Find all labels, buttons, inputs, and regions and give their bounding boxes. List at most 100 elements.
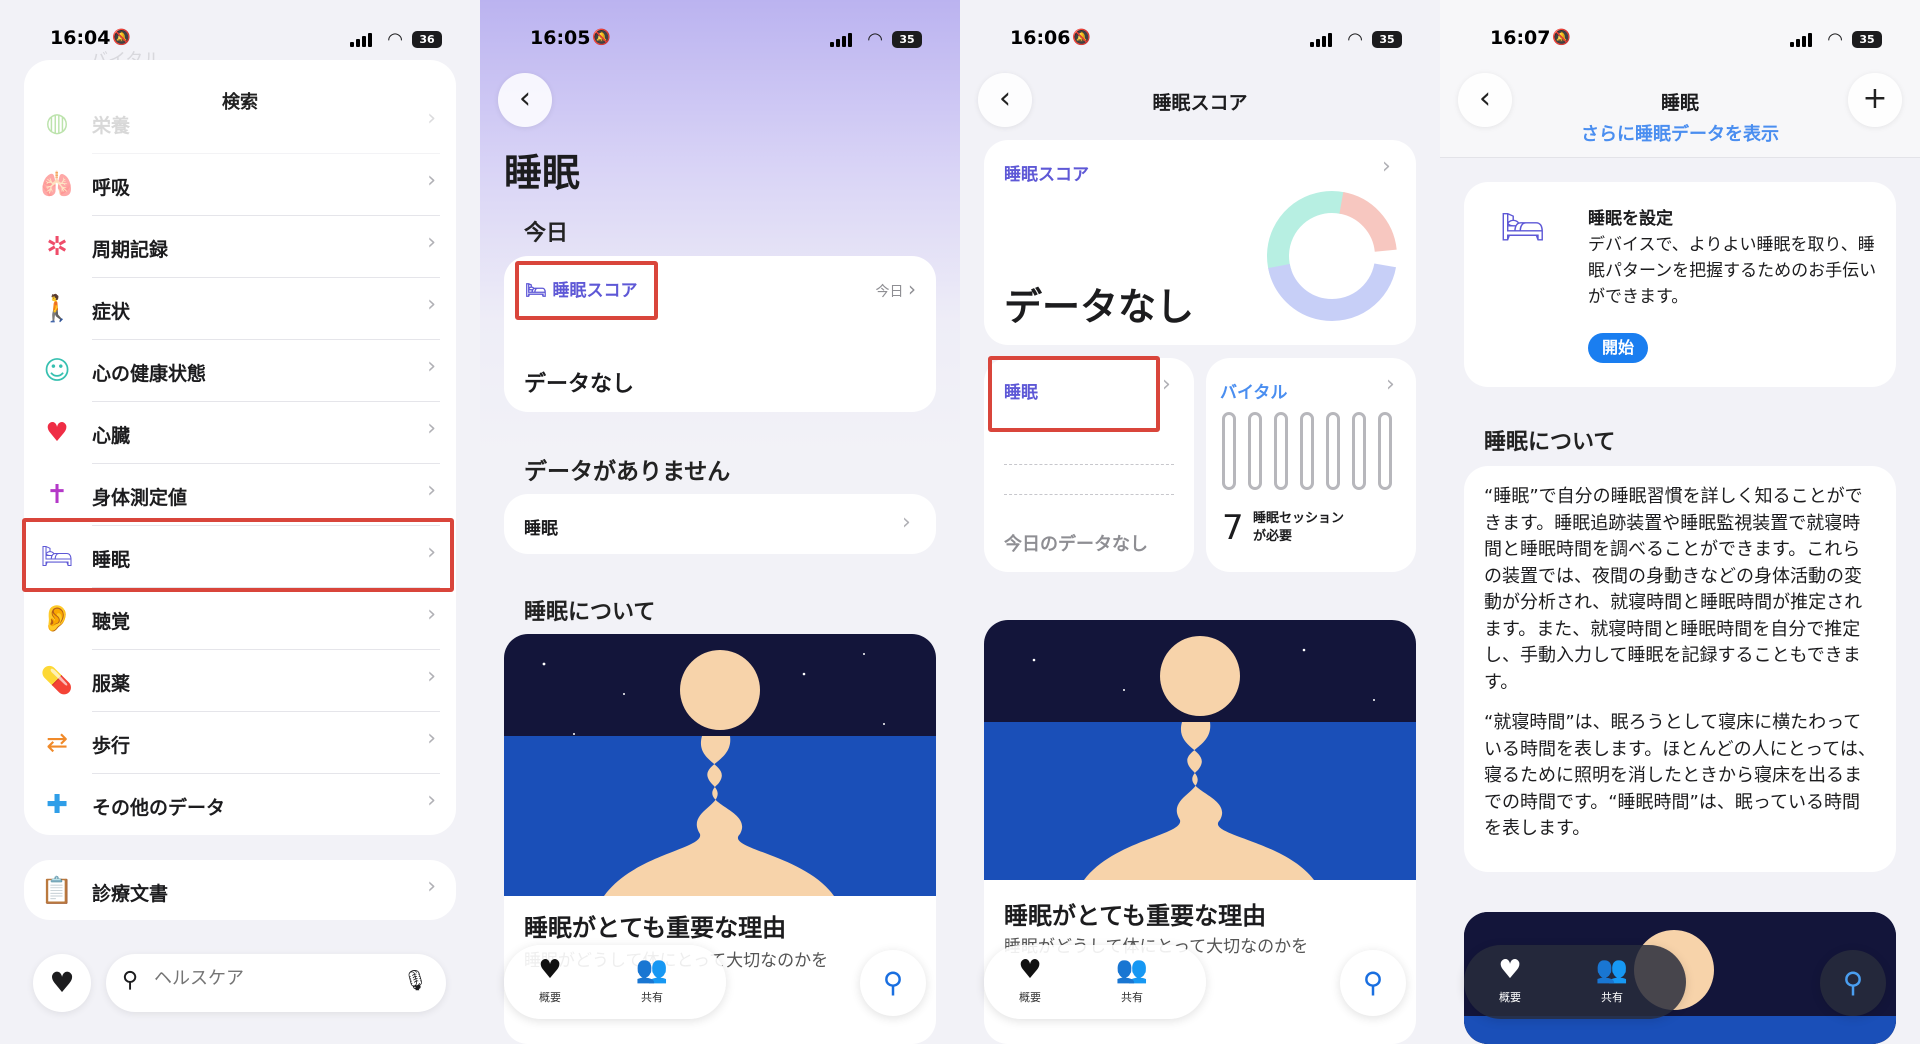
list-item-mind[interactable]: ☺ 心の健康状態 › — [24, 340, 456, 402]
no-data-text: データなし — [1004, 285, 1195, 329]
chevron-right-icon: › — [427, 788, 436, 813]
sleep-score-tag: 睡眠スコア — [1004, 165, 1089, 185]
signal-icon — [1310, 33, 1332, 47]
list-item-medications[interactable]: 💊 服薬 › — [24, 650, 456, 712]
document-icon: 📋 — [40, 876, 74, 906]
search-field[interactable]: ⚲ 🎙 — [106, 954, 446, 1012]
sessions-text: 睡眠セッション が必要 — [1253, 511, 1345, 544]
list-item-label: 診療文書 — [92, 883, 169, 905]
moon-lake-illustration — [504, 634, 936, 896]
more-data-link[interactable]: さらに睡眠データを表示 — [1440, 120, 1920, 146]
wifi-icon: ◠ — [1828, 29, 1842, 50]
tab-sharing[interactable]: 👥 共有 — [622, 955, 682, 1005]
search-button[interactable]: ⚲ — [1820, 950, 1886, 1016]
status-bar: 16:04 🔕 ◠ 36 — [0, 24, 480, 56]
page-title: 睡眠 — [504, 151, 581, 195]
summary-heart-button[interactable]: ♥ — [33, 954, 91, 1012]
signal-icon — [350, 33, 372, 47]
score-ring-icon — [1267, 191, 1397, 321]
tab-summary[interactable]: ♥ 概要 — [1000, 955, 1060, 1005]
search-input[interactable] — [154, 968, 394, 989]
page-title: 睡眠 — [1660, 92, 1699, 114]
list-item-body[interactable]: ✝ 身体測定値 › — [24, 464, 456, 526]
panel-sleep-score: 16:06 🔕 ◠ 35 ‹ 睡眠スコア 睡眠スコア › データなし 睡眠 › … — [960, 0, 1440, 1044]
list-item-records[interactable]: 📋 診療文書 › — [24, 860, 456, 922]
list-item-other-data[interactable]: ✚ その他のデータ › — [24, 774, 456, 836]
chevron-right-icon: › — [427, 602, 436, 627]
search-button[interactable]: ⚲ — [1340, 950, 1406, 1016]
section-header-today: 今日 — [524, 221, 569, 246]
wifi-icon: ◠ — [868, 29, 882, 50]
search-button[interactable]: ⚲ — [860, 950, 926, 1016]
battery-icon: 35 — [1852, 31, 1882, 48]
panel-sleep-info: 16:07 🔕 ◠ 35 ‹ + 睡眠 さらに睡眠データを表示 🛏 睡眠を設定 … — [1440, 0, 1920, 1044]
people-icon: 👥 — [1115, 955, 1149, 985]
list-item-symptoms[interactable]: 🚶 症状 › — [24, 278, 456, 340]
today-no-data: 今日のデータなし — [1004, 534, 1148, 555]
setup-body: デバイスで、よりよい睡眠を取り、睡眠パターンを把握するためのお手伝いができます。 — [1588, 235, 1877, 307]
mind-icon: ☺ — [43, 356, 71, 386]
moon-lake-illustration — [984, 620, 1416, 880]
list-item-label: 歩行 — [92, 735, 131, 757]
list-item-heart[interactable]: ♥ 心臓 › — [24, 402, 456, 464]
lungs-icon: 🫁 — [40, 170, 74, 200]
chevron-right-icon: › — [1382, 154, 1391, 179]
list-item-hearing[interactable]: 👂 聴覚 › — [24, 588, 456, 650]
tab-sharing-label: 共有 — [1121, 991, 1143, 1004]
setup-title: 睡眠を設定 — [1588, 209, 1673, 229]
tab-bar: ♥ 概要 👥 共有 — [504, 945, 726, 1019]
tab-sharing[interactable]: 👥 共有 — [1582, 955, 1642, 1005]
ear-icon: 👂 — [40, 604, 74, 634]
tab-bar: ♥ 概要 👥 共有 — [984, 945, 1206, 1019]
list-item-label: 心臓 — [92, 425, 131, 447]
heart-icon: ♥ — [538, 955, 562, 985]
start-button[interactable]: 開始 — [1588, 333, 1648, 363]
heart-icon: ♥ — [49, 966, 75, 999]
chevron-right-icon: › — [908, 277, 916, 301]
sleep-row[interactable] — [504, 494, 936, 554]
search-icon: ⚲ — [1362, 966, 1384, 999]
pills-icon: 💊 — [40, 666, 74, 696]
list-item-label: 栄養 — [92, 115, 131, 137]
apple-icon: ◍ — [45, 108, 69, 138]
list-item-label: 呼吸 — [92, 177, 131, 199]
chevron-right-icon: › — [427, 168, 436, 193]
article-title: 睡眠がとても重要な理由 — [1004, 902, 1267, 930]
list-item-walking[interactable]: ⇄ 歩行 › — [24, 712, 456, 774]
about-paragraph-1: “睡眠”で自分の睡眠習慣を詳しく知ることができます。睡眠追跡装置や睡眠監視装置で… — [1484, 486, 1863, 693]
list-item[interactable]: ◍ 栄養 › — [24, 92, 456, 154]
chevron-left-icon: ‹ — [519, 81, 531, 116]
tab-summary[interactable]: ♥ 概要 — [1480, 955, 1540, 1005]
chevron-right-icon: › — [427, 106, 436, 131]
heart-icon: ♥ — [1498, 955, 1522, 985]
list-item-label: 身体測定値 — [92, 487, 188, 509]
tab-summary-label: 概要 — [539, 991, 561, 1004]
highlight-box — [988, 356, 1160, 432]
list-item-cycle[interactable]: ✲ 周期記録 › — [24, 216, 456, 278]
status-bar: 16:07 🔕 ◠ 35 — [1440, 24, 1920, 56]
tab-sharing-label: 共有 — [641, 991, 663, 1004]
battery-icon: 36 — [412, 31, 442, 48]
section-header-about: 睡眠について — [524, 600, 656, 625]
tab-summary-label: 概要 — [1019, 991, 1041, 1004]
list-item-breathing[interactable]: 🫁 呼吸 › — [24, 154, 456, 216]
microphone-icon[interactable]: 🎙 — [403, 968, 428, 992]
status-bar: 16:05 🔕 ◠ 35 — [480, 24, 960, 56]
empty-chart-line — [1004, 464, 1174, 465]
heart-icon: ♥ — [45, 418, 69, 448]
body-icon: ✝ — [46, 480, 68, 510]
chevron-right-icon: › — [1386, 372, 1395, 397]
vitals-tag: バイタル — [1220, 383, 1288, 403]
article-title: 睡眠がとても重要な理由 — [524, 914, 787, 942]
tab-sharing[interactable]: 👥 共有 — [1102, 955, 1162, 1005]
symptom-icon: 🚶 — [40, 294, 74, 324]
section-header-no-data: データがありません — [524, 459, 731, 485]
tab-summary[interactable]: ♥ 概要 — [520, 955, 580, 1005]
about-paragraph-2: “就寝時間”は、眠ろうとして寝床に横たわっている時間を表します。ほとんどの人にと… — [1484, 712, 1876, 839]
back-button[interactable]: ‹ — [498, 73, 552, 127]
chevron-right-icon: › — [427, 874, 436, 899]
tab-sharing-label: 共有 — [1601, 991, 1623, 1004]
status-time: 16:06 — [1010, 27, 1071, 49]
chevron-right-icon: › — [427, 664, 436, 689]
tab-bar: ♥ 概要 👥 共有 — [1464, 945, 1686, 1019]
